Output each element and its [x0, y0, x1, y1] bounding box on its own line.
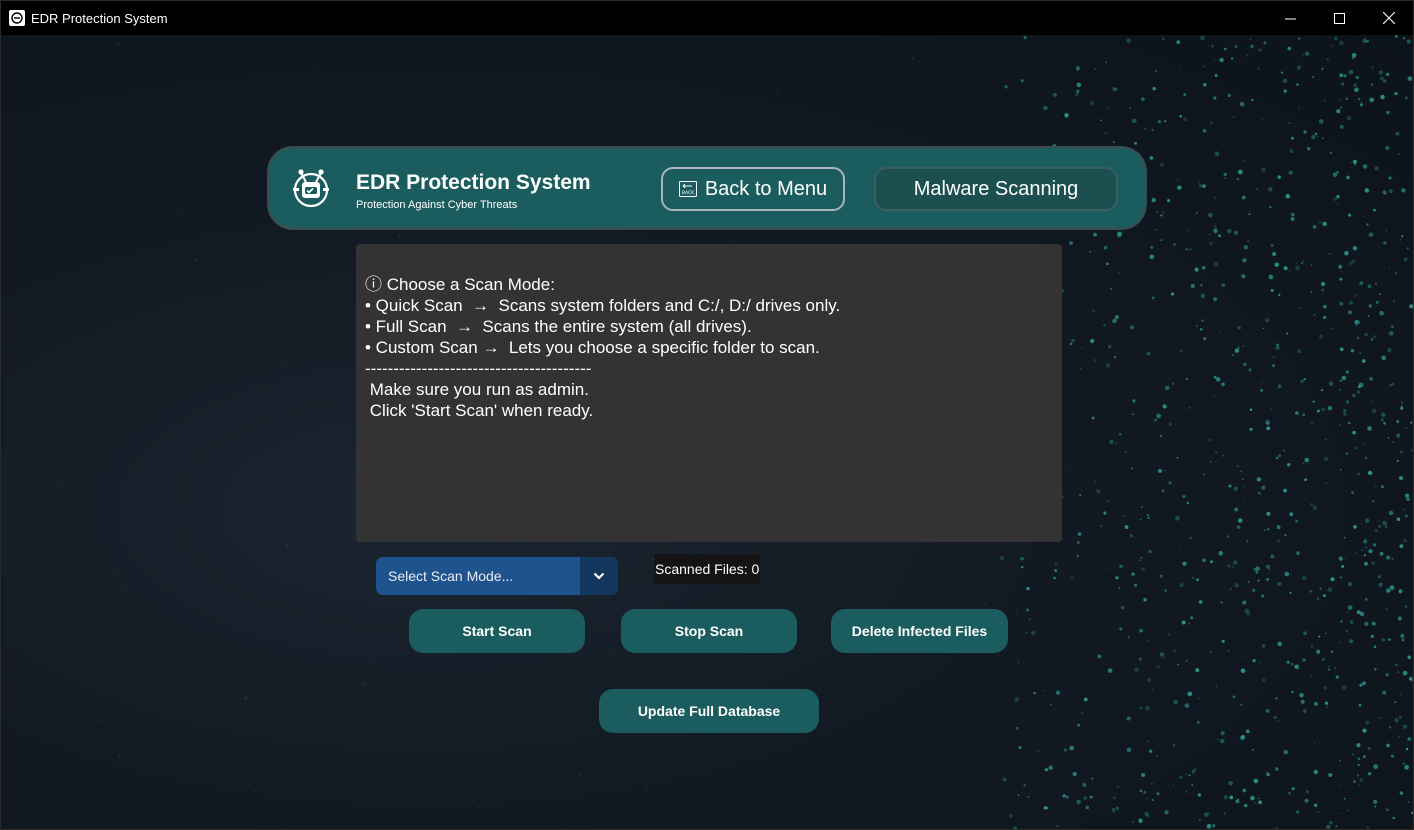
back-to-menu-label: Back to Menu [704, 177, 828, 200]
back-to-menu-button[interactable]: BACK Back to Menu [661, 167, 845, 211]
scan-mode-dropdown[interactable]: Select Scan Mode... [376, 557, 618, 595]
back-icon: BACK [678, 181, 697, 197]
app-brand-title: EDR Protection System [356, 171, 591, 194]
delete-infected-files-button[interactable]: Delete Infected Files [831, 609, 1008, 653]
window-controls [1266, 1, 1413, 35]
close-icon[interactable] [1364, 1, 1413, 35]
app-logo-icon [9, 10, 25, 26]
app-window: EDR Protection System EDR Protection Sys… [0, 0, 1414, 830]
info-line: • Full Scan → Scans the entire system (a… [365, 317, 752, 336]
info-line: • Custom Scan → Lets you choose a specif… [365, 338, 820, 357]
scanned-files-counter: Scanned Files: 0 [654, 554, 761, 584]
malware-scanning-label: Malware Scanning [913, 177, 1079, 200]
stop-scan-button[interactable]: Stop Scan [621, 609, 797, 653]
minimize-icon[interactable] [1266, 1, 1315, 35]
window-title: EDR Protection System [31, 10, 168, 26]
chevron-down-icon[interactable] [580, 557, 618, 595]
scan-info-textbox[interactable]: ⓘ Choose a Scan Mode: • Quick Scan → Sca… [356, 244, 1062, 542]
svg-text:BACK: BACK [682, 190, 695, 196]
info-line: Click 'Start Scan' when ready. [365, 401, 594, 420]
scan-mode-value: Select Scan Mode... [388, 568, 514, 584]
malware-scanning-button[interactable]: Malware Scanning [874, 167, 1118, 211]
maximize-icon[interactable] [1315, 1, 1364, 35]
info-line: • Quick Scan → Scans system folders and … [365, 296, 841, 315]
app-brand-subtitle: Protection Against Cyber Threats [356, 199, 518, 211]
main-content: EDR Protection System Protection Against… [1, 35, 1413, 829]
start-scan-button[interactable]: Start Scan [409, 609, 585, 653]
header-banner: EDR Protection System Protection Against… [267, 146, 1147, 230]
info-line: ⓘ Choose a Scan Mode: [365, 275, 555, 294]
update-full-database-button[interactable]: Update Full Database [599, 689, 819, 733]
robot-shield-logo-icon [289, 166, 333, 210]
info-line: Make sure you run as admin. [365, 380, 589, 399]
title-bar: EDR Protection System [1, 1, 1413, 35]
info-line: ---------------------------------------- [365, 359, 592, 378]
